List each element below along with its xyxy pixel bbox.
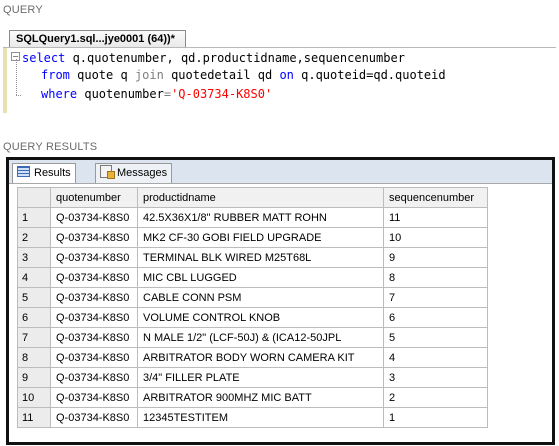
quotenumber-cell[interactable]: Q-03734-K8S0 [50,287,138,308]
quotenumber-cell[interactable]: Q-03734-K8S0 [50,247,138,268]
grid-header-row: quotenumber productidname sequencenumber [17,187,488,208]
quotenumber-cell[interactable]: Q-03734-K8S0 [50,327,138,348]
keyword-join: join [134,68,164,82]
row-number-cell[interactable]: 11 [17,407,51,428]
row-number-cell[interactable]: 8 [17,347,51,368]
row-number-cell[interactable]: 5 [17,287,51,308]
keyword-on: on [279,68,294,82]
quotenumber-cell[interactable]: Q-03734-K8S0 [50,367,138,388]
keyword-from: from [41,68,70,82]
column-header-sequencenumber[interactable]: sequencenumber [383,187,488,208]
quotenumber-cell[interactable]: Q-03734-K8S0 [50,307,138,328]
table-row[interactable]: 9 Q-03734-K8S0 3/4" FILLER PLATE 3 [17,367,488,388]
tab-messages[interactable]: Messages [95,163,173,183]
sequencenumber-cell[interactable]: 3 [383,367,488,388]
code-line-from: from quote q join quotedetail qd on q.qu… [41,67,446,83]
table-row[interactable]: 7 Q-03734-K8S0 N MALE 1/2" (LCF-50J) & (IC… [17,327,488,348]
productidname-cell[interactable]: ARBITRATOR BODY WORN CAMERA KIT [137,347,384,368]
productidname-cell[interactable]: TERMINAL BLK WIRED M25T68L [137,247,384,268]
code-line-where: where quotenumber='Q-03734-K8S0' [41,86,272,102]
row-number-cell[interactable]: 10 [17,387,51,408]
table-row[interactable]: 6 Q-03734-K8S0 VOLUME CONTROL KNOB 6 [17,307,488,328]
sequencenumber-cell[interactable]: 2 [383,387,488,408]
table-row[interactable]: 3 Q-03734-K8S0 TERMINAL BLK WIRED M25T68L 9 [17,247,488,268]
row-number-cell[interactable]: 6 [17,307,51,328]
column-header-quotenumber[interactable]: quotenumber [50,187,138,208]
productidname-cell[interactable]: CABLE CONN PSM [137,287,384,308]
quotenumber-cell[interactable]: Q-03734-K8S0 [50,227,138,248]
table-row[interactable]: 1 Q-03734-K8S0 42.5X36X1/8" RUBBER MATT RO… [17,207,488,228]
row-number-cell[interactable]: 3 [17,247,51,268]
productidname-cell[interactable]: 3/4" FILLER PLATE [137,367,384,388]
table-row[interactable]: 10 Q-03734-K8S0 ARBITRATOR 900MHZ MIC BATT… [17,387,488,408]
results-section-title: QUERY RESULTS [3,141,98,153]
table-row[interactable]: 2 Q-03734-K8S0 MK2 CF-30 GOBI FIELD UPGRAD… [17,227,488,248]
quotenumber-cell[interactable]: Q-03734-K8S0 [50,267,138,288]
join-condition: q.quoteid=qd.quoteid [293,68,446,82]
productidname-cell[interactable]: N MALE 1/2" (LCF-50J) & (ICA12-50JPL [137,327,384,348]
results-panel: Results Messages quotenumber productidna… [6,157,555,445]
select-columns: q.quotenumber, qd.productidname,sequence… [65,51,405,65]
sequencenumber-cell[interactable]: 9 [383,247,488,268]
keyword-where: where [41,87,78,101]
productidname-cell[interactable]: 12345TESTITEM [137,407,384,428]
table-row[interactable]: 11 Q-03734-K8S0 12345TESTITEM 1 [17,407,488,428]
productidname-cell[interactable]: MK2 CF-30 GOBI FIELD UPGRADE [137,227,384,248]
string-literal: 'Q-03734-K8S0' [171,87,273,101]
table-row[interactable]: 8 Q-03734-K8S0 ARBITRATOR BODY WORN CAMERA… [17,347,488,368]
grid-body: 1 Q-03734-K8S0 42.5X36X1/8" RUBBER MATT RO… [17,207,488,428]
query-editor-panel: SQLQuery1.sql...jye0001 (64))* − select … [3,16,556,113]
code-line-select: select q.quotenumber, qd.productidname,s… [22,50,405,66]
sql-editor[interactable]: − select q.quotenumber, qd.productidname… [3,47,556,113]
editor-change-gutter [3,48,7,113]
sequencenumber-cell[interactable]: 8 [383,267,488,288]
where-column: quotenumber [77,87,164,101]
tab-messages-label: Messages [117,167,168,179]
grid-icon [17,166,30,177]
keyword-select: select [22,51,66,65]
row-number-cell[interactable]: 1 [17,207,51,228]
sequencenumber-cell[interactable]: 6 [383,307,488,328]
results-tab-strip: Results Messages [9,160,552,184]
quotenumber-cell[interactable]: Q-03734-K8S0 [50,207,138,228]
row-number-cell[interactable]: 2 [17,227,51,248]
sequencenumber-cell[interactable]: 7 [383,287,488,308]
productidname-cell[interactable]: VOLUME CONTROL KNOB [137,307,384,328]
sequencenumber-cell[interactable]: 11 [383,207,488,228]
grid-corner-cell[interactable] [17,187,51,208]
row-number-cell[interactable]: 4 [17,267,51,288]
query-editor-tab[interactable]: SQLQuery1.sql...jye0001 (64))* [9,30,186,48]
tab-results-label: Results [34,167,71,179]
join-table: quotedetail qd [163,68,280,82]
quotenumber-cell[interactable]: Q-03734-K8S0 [50,347,138,368]
row-number-cell[interactable]: 9 [17,367,51,388]
fold-guide-end [16,95,21,96]
fold-guide-line [16,59,17,95]
query-section-title: QUERY [3,4,43,16]
productidname-cell[interactable]: 42.5X36X1/8" RUBBER MATT ROHN [137,207,384,228]
table-row[interactable]: 4 Q-03734-K8S0 MIC CBL LUGGED 8 [17,267,488,288]
sequencenumber-cell[interactable]: 5 [383,327,488,348]
equals-operator: = [163,87,172,101]
row-number-cell[interactable]: 7 [17,327,51,348]
tab-results[interactable]: Results [12,163,76,183]
quotenumber-cell[interactable]: Q-03734-K8S0 [50,407,138,428]
from-table: quote q [69,68,135,82]
sequencenumber-cell[interactable]: 4 [383,347,488,368]
sequencenumber-cell[interactable]: 1 [383,407,488,428]
sequencenumber-cell[interactable]: 10 [383,227,488,248]
productidname-cell[interactable]: MIC CBL LUGGED [137,267,384,288]
results-grid: quotenumber productidname sequencenumber… [17,187,488,428]
productidname-cell[interactable]: ARBITRATOR 900MHZ MIC BATT [137,387,384,408]
messages-icon [100,165,115,179]
table-row[interactable]: 5 Q-03734-K8S0 CABLE CONN PSM 7 [17,287,488,308]
quotenumber-cell[interactable]: Q-03734-K8S0 [50,387,138,408]
column-header-productidname[interactable]: productidname [137,187,384,208]
